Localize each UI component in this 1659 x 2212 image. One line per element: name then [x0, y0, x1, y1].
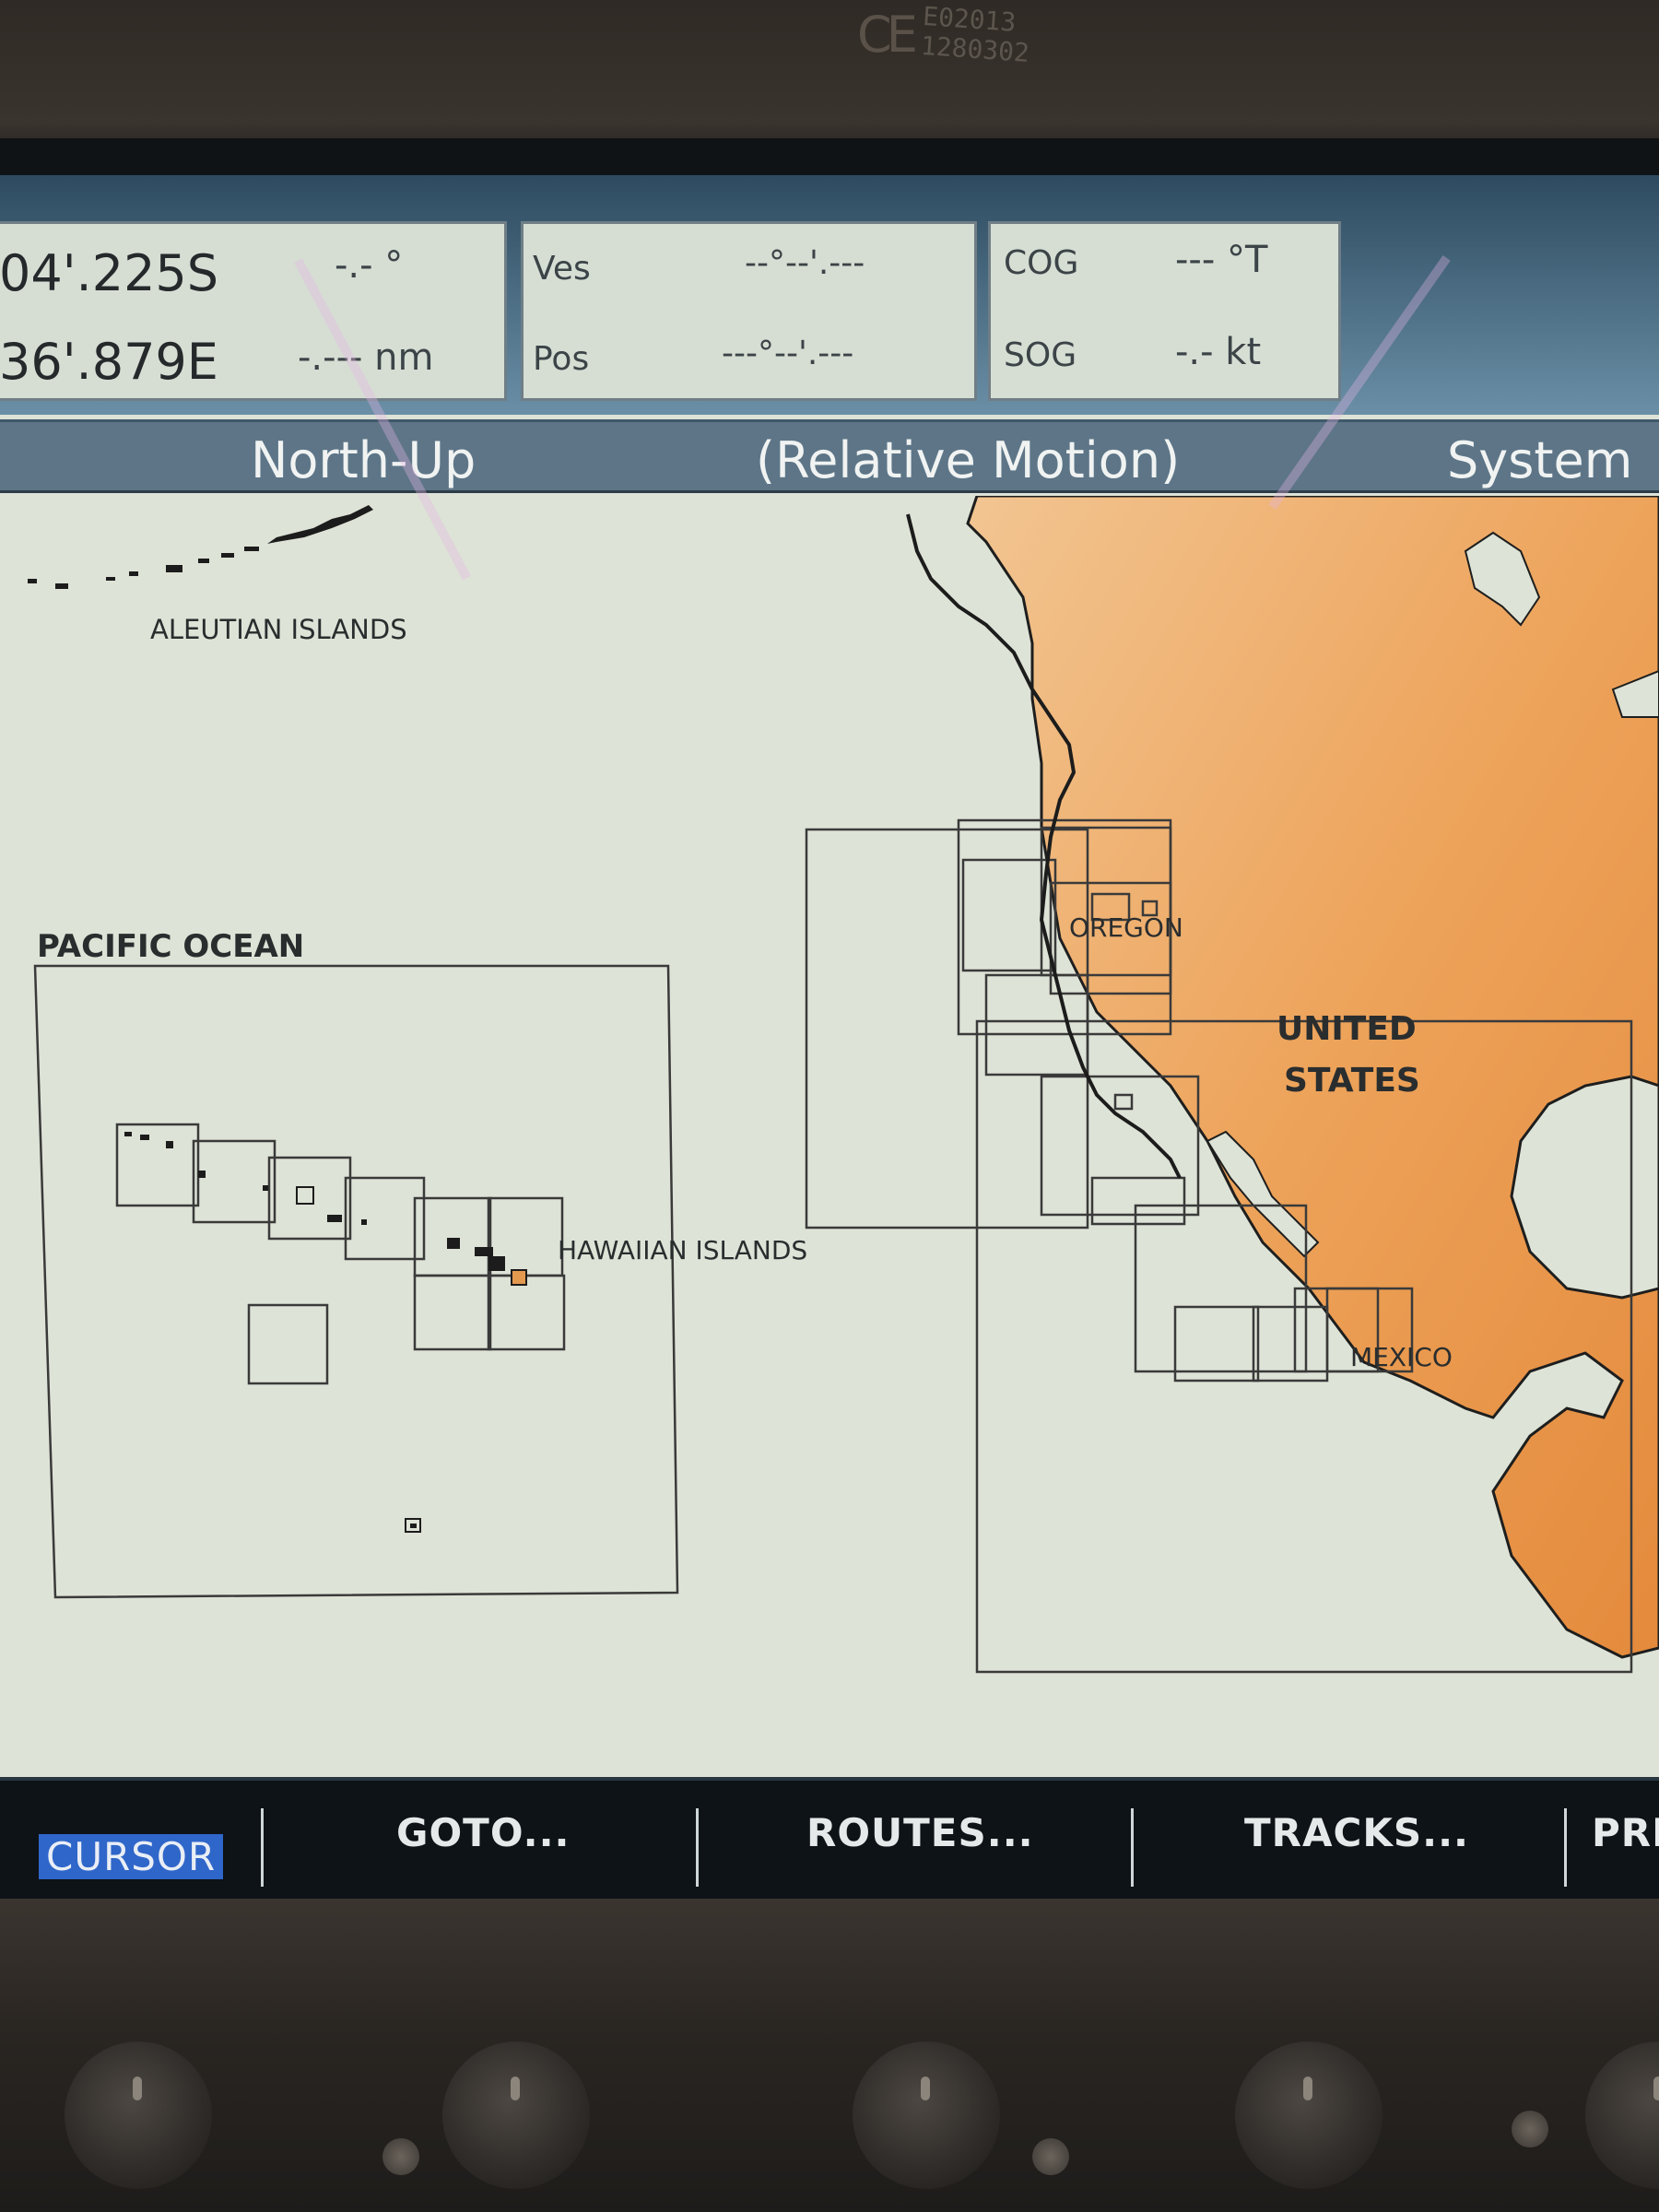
vessel-position-box[interactable]: Ves --°--'.--- Pos ---°--'.---	[521, 221, 977, 401]
data-box-row: 04'.225S -.- ° 36'.879E -.--- nm Ves --°…	[0, 175, 1659, 415]
softkey-cursor[interactable]: CURSOR	[39, 1834, 224, 1879]
softkey-divider	[1131, 1808, 1134, 1887]
label-aleutian-islands: ALEUTIAN ISLANDS	[150, 614, 407, 645]
serial-number: E02013 1280302	[919, 1, 1032, 69]
cursor-range: -.--- nm	[298, 336, 434, 379]
softkey-knob-1[interactable]	[65, 2041, 212, 2189]
label-oregon: OREGON	[1069, 912, 1183, 943]
sog-label: SOG	[1004, 336, 1077, 374]
label-mexico: MEXICO	[1350, 1342, 1453, 1372]
serial-line-2: 1280302	[919, 29, 1030, 69]
softkey-knob-2[interactable]	[442, 2041, 590, 2189]
label-hawaiian-islands: HAWAIIAN ISLANDS	[558, 1235, 807, 1265]
label-pacific-ocean: PACIFIC OCEAN	[37, 928, 304, 965]
softkey-divider	[1564, 1808, 1567, 1887]
softkey-divider	[261, 1808, 264, 1887]
cursor-latitude: 04'.225S	[0, 244, 219, 302]
motion-mode[interactable]: (Relative Motion)	[756, 431, 1180, 489]
position-label: Pos	[533, 340, 590, 378]
device-bezel-bottom	[0, 1899, 1659, 2212]
chartplotter-screen: 04'.225S -.- ° 36'.879E -.--- nm Ves --°…	[0, 175, 1659, 1899]
softkey-divider	[696, 1808, 699, 1887]
cog-sog-box[interactable]: COG --- °T SOG -.- kt	[988, 221, 1341, 401]
softkey-knob-4[interactable]	[1235, 2041, 1382, 2189]
softkey-bar: CURSOR GOTO... ROUTES... TRACKS... PRI	[0, 1777, 1659, 1899]
softkey-routes[interactable]: ROUTES...	[806, 1810, 1034, 1855]
vessel-longitude: ---°--'.---	[722, 335, 854, 372]
softkey-knob-3[interactable]	[853, 2041, 1000, 2189]
cursor-longitude: 36'.879E	[0, 333, 218, 391]
ce-mark: CE	[857, 6, 918, 64]
label-states: STATES	[1284, 1062, 1420, 1100]
softkey-goto[interactable]: GOTO...	[396, 1810, 570, 1855]
chart-canvas[interactable]: ALEUTIAN ISLANDS PACIFIC OCEAN HAWAIIAN …	[0, 496, 1659, 1777]
screw-icon	[1032, 2138, 1069, 2175]
softkey-partial[interactable]: PRI	[1592, 1810, 1659, 1855]
orientation-mode[interactable]: North-Up	[251, 431, 476, 489]
cog-label: COG	[1004, 244, 1079, 282]
status-bar: North-Up (Relative Motion) System	[0, 419, 1659, 493]
sog-value: -.- kt	[1175, 331, 1262, 373]
cursor-position-box[interactable]: 04'.225S -.- ° 36'.879E -.--- nm	[0, 221, 507, 401]
cursor-bearing: -.- °	[335, 244, 404, 287]
position-source[interactable]: System	[1447, 431, 1632, 489]
screw-icon	[382, 2138, 419, 2175]
cog-value: --- °T	[1175, 239, 1268, 281]
softkey-tracks[interactable]: TRACKS...	[1244, 1810, 1469, 1855]
vessel-label: Ves	[533, 250, 591, 288]
chart-map[interactable]: ALEUTIAN ISLANDS PACIFIC OCEAN HAWAIIAN …	[0, 496, 1659, 1777]
vessel-latitude: --°--'.---	[745, 244, 865, 282]
screw-icon	[1512, 2111, 1548, 2147]
label-united: UNITED	[1277, 1010, 1417, 1048]
